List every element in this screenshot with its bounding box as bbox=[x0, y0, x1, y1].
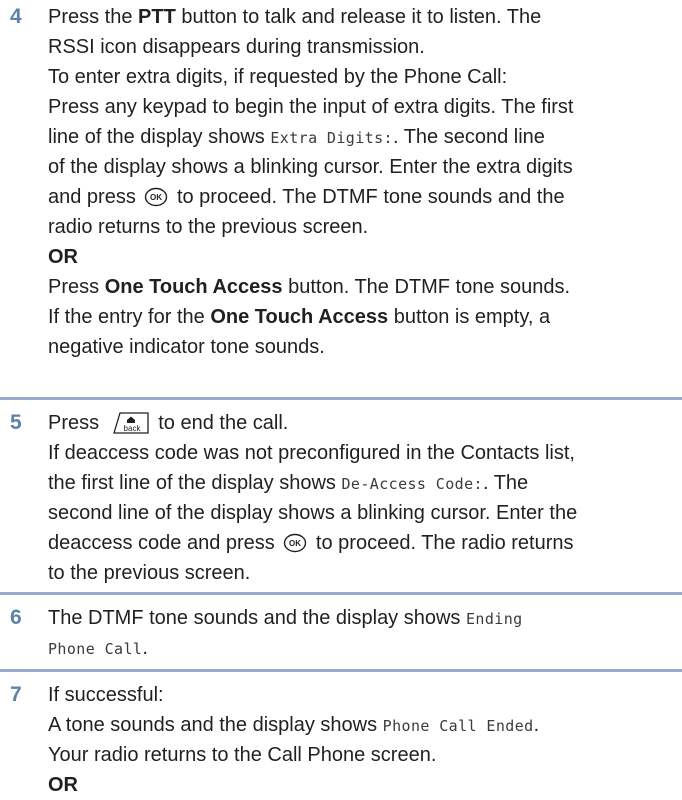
step-text-line: of the display shows a blinking cursor. … bbox=[48, 156, 573, 178]
step-text-line: the first line of the display shows De-A… bbox=[48, 468, 668, 498]
step-number: 6 bbox=[10, 606, 22, 629]
text-run: line of the display shows bbox=[48, 126, 271, 148]
step-number: 4 bbox=[10, 5, 22, 28]
step-body: The DTMF tone sounds and the display sho… bbox=[48, 603, 668, 663]
text-run: to end the call. bbox=[152, 412, 289, 434]
step-text-line: negative indicator tone sounds. bbox=[48, 336, 325, 358]
text-run: . bbox=[142, 637, 148, 659]
text-run: button is empty, a bbox=[388, 306, 551, 328]
step-text-line: second line of the display shows a blink… bbox=[48, 502, 578, 524]
display-text: Extra Digits: bbox=[270, 129, 393, 147]
step-divider bbox=[0, 592, 682, 595]
text-run: to proceed. The radio returns bbox=[310, 532, 574, 554]
step-text-line: A tone sounds and the display shows Phon… bbox=[48, 710, 668, 740]
step-number: 5 bbox=[10, 411, 22, 434]
step-text-line: to the previous screen. bbox=[48, 562, 251, 584]
step-text-line: Phone Call. bbox=[48, 633, 668, 663]
text-run: A tone sounds and the display shows bbox=[48, 714, 383, 736]
display-text: Phone Call bbox=[48, 640, 143, 658]
step-body: Press back to end the call. If deaccess … bbox=[48, 408, 668, 588]
text-run: The DTMF tone sounds and the display sho… bbox=[48, 607, 466, 629]
ok-button-icon: OK bbox=[283, 532, 307, 553]
step-text-line: Your radio returns to the Call Phone scr… bbox=[48, 744, 437, 766]
step-divider bbox=[0, 669, 682, 672]
back-button-icon: back bbox=[108, 411, 150, 435]
or-separator: OR bbox=[48, 774, 78, 796]
step-text-line: If the entry for the One Touch Access bu… bbox=[48, 302, 668, 332]
step-text-line: If successful: bbox=[48, 684, 164, 706]
svg-text:OK: OK bbox=[150, 193, 162, 202]
step-divider bbox=[0, 397, 682, 400]
display-text: Ending bbox=[466, 610, 523, 628]
step-text-line: and press OK to proceed. The DTMF tone s… bbox=[48, 182, 668, 212]
step-text-line: line of the display shows Extra Digits:.… bbox=[48, 122, 668, 152]
text-run: and press bbox=[48, 186, 142, 208]
step-text-line: Press any keypad to begin the input of e… bbox=[48, 96, 574, 118]
back-key-label: back bbox=[123, 424, 141, 433]
manual-page: 4 Press the PTT button to talk and relea… bbox=[0, 0, 682, 796]
text-run: . The second line bbox=[392, 126, 545, 148]
text-run: to proceed. The DTMF tone sounds and the bbox=[171, 186, 565, 208]
one-touch-access-term: One Touch Access bbox=[210, 306, 389, 328]
step-text-line: RSSI icon disappears during transmission… bbox=[48, 36, 425, 58]
step-text-line: Press the PTT button to talk and release… bbox=[48, 2, 668, 32]
step-text-line: If deaccess code was not preconfigured i… bbox=[48, 442, 575, 464]
text-run: Press bbox=[48, 276, 105, 298]
text-run: button. The DTMF tone sounds. bbox=[282, 276, 571, 298]
text-run: Press bbox=[48, 412, 105, 434]
step-number: 7 bbox=[10, 683, 22, 706]
step-text-line: radio returns to the previous screen. bbox=[48, 216, 369, 238]
ok-button-icon: OK bbox=[144, 186, 168, 207]
step-text-line: deaccess code and press OK to proceed. T… bbox=[48, 528, 668, 558]
or-separator: OR bbox=[48, 246, 78, 268]
text-run: button to talk and release it to listen.… bbox=[175, 6, 542, 28]
step-text-line: The DTMF tone sounds and the display sho… bbox=[48, 603, 668, 633]
text-run: the first line of the display shows bbox=[48, 472, 342, 494]
step-text-line: Press One Touch Access button. The DTMF … bbox=[48, 272, 668, 302]
svg-text:OK: OK bbox=[289, 539, 301, 548]
text-run: Press the bbox=[48, 6, 139, 28]
one-touch-access-term: One Touch Access bbox=[104, 276, 283, 298]
step-text-line: To enter extra digits, if requested by t… bbox=[48, 66, 508, 88]
display-text: Phone Call Ended bbox=[382, 717, 534, 735]
text-run: deaccess code and press bbox=[48, 532, 281, 554]
text-run: . bbox=[533, 714, 540, 736]
ptt-button-term: PTT bbox=[138, 6, 176, 28]
text-run: If the entry for the bbox=[48, 306, 211, 328]
display-text: De-Access Code: bbox=[341, 475, 483, 493]
text-run: . The bbox=[482, 472, 529, 494]
step-text-line: Press back to end the call. bbox=[48, 408, 668, 438]
step-body: If successful: A tone sounds and the dis… bbox=[48, 680, 668, 800]
step-body: Press the PTT button to talk and release… bbox=[48, 2, 668, 362]
